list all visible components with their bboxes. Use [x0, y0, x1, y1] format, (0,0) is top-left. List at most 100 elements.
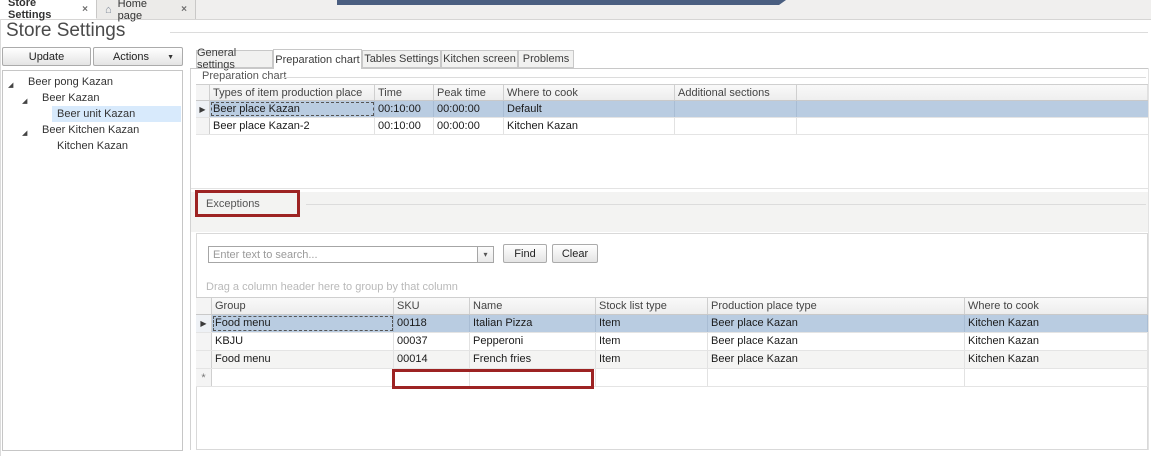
column-header-peak-time[interactable]: Peak time	[434, 85, 504, 100]
grid-header-row: GroupSKUNameStock list typeProduction pl…	[196, 297, 1148, 315]
table-cell[interactable]: Beer place Kazan	[708, 333, 965, 350]
table-row[interactable]: ▶Beer place Kazan00:10:0000:00:00Default	[196, 101, 1148, 118]
search-dropdown-button[interactable]: ▾	[477, 246, 494, 263]
exceptions-header-strip	[191, 192, 1148, 232]
doc-tab-store-settings[interactable]: Store Settings ×	[0, 0, 97, 19]
table-cell[interactable]: 00118	[394, 315, 470, 332]
table-cell[interactable]: Item	[596, 351, 708, 368]
table-cell[interactable]: Food menu	[212, 315, 394, 332]
column-header-sku[interactable]: SKU	[394, 298, 470, 314]
tab-tables-settings[interactable]: Tables Settings	[362, 50, 441, 68]
table-cell[interactable]	[675, 118, 797, 134]
doc-tab-label: Store Settings	[8, 0, 70, 21]
table-cell[interactable]: Pepperoni	[470, 333, 596, 350]
table-cell[interactable]: Beer place Kazan	[708, 315, 965, 332]
table-cell[interactable]: Food menu	[212, 351, 394, 368]
actions-button[interactable]: Actions ▼	[93, 47, 183, 66]
table-cell[interactable]: Default	[504, 101, 675, 117]
column-header-group[interactable]: Group	[212, 298, 394, 314]
table-cell[interactable]: 00037	[394, 333, 470, 350]
find-button-label: Find	[514, 248, 535, 260]
table-cell[interactable]: French fries	[470, 351, 596, 368]
doc-tab-home-page[interactable]: ⌂Home page×	[97, 0, 196, 19]
search-input[interactable]	[208, 246, 477, 263]
column-header-time[interactable]: Time	[375, 85, 434, 100]
row-indicator	[196, 333, 212, 350]
tab-page-right-border	[1148, 68, 1149, 450]
table-cell[interactable]: Kitchen Kazan	[965, 351, 1148, 368]
table-cell[interactable]: 00014	[394, 351, 470, 368]
table-cell[interactable]: Kitchen Kazan	[965, 315, 1148, 332]
title-underline	[170, 32, 1148, 33]
doc-tab-label: Home page	[118, 0, 170, 22]
column-header-stock-list-type[interactable]: Stock list type	[596, 298, 708, 314]
table-row[interactable]: Food menu00014French friesItemBeer place…	[196, 351, 1148, 369]
tree-item-beer-kazan[interactable]: ◢Beer Kazan	[3, 90, 182, 106]
row-indicator: ▶	[196, 101, 210, 117]
column-header-where-to-cook[interactable]: Where to cook	[965, 298, 1148, 314]
tab-page-left-border	[190, 68, 191, 450]
group-by-hint: Drag a column header here to group by th…	[206, 281, 458, 293]
row-indicator-header	[196, 298, 212, 314]
table-cell[interactable]: Beer place Kazan-2	[210, 118, 375, 134]
tab-general-settings[interactable]: General settings	[196, 50, 273, 68]
table-cell[interactable]	[212, 369, 394, 386]
table-row[interactable]: KBJU00037PepperoniItemBeer place KazanKi…	[196, 333, 1148, 351]
page-title: Store Settings	[6, 20, 125, 42]
close-icon[interactable]: ×	[181, 4, 187, 15]
tree-item-kitchen-kazan[interactable]: Kitchen Kazan	[3, 138, 182, 154]
table-cell[interactable]: Italian Pizza	[470, 315, 596, 332]
chevron-down-icon: ▼	[167, 54, 174, 61]
table-cell[interactable]	[675, 101, 797, 117]
tree-item-label: Beer unit Kazan	[57, 108, 135, 120]
row-indicator	[196, 118, 210, 134]
topbar-accent-strip	[337, 0, 786, 5]
column-header-production-place-type[interactable]: Production place type	[708, 298, 965, 314]
tree-item-label: Beer pong Kazan	[28, 76, 113, 88]
table-cell[interactable]: Beer place Kazan	[210, 101, 375, 117]
table-cell[interactable]	[708, 369, 965, 386]
app-window: Store Settings×⌂Home page× Store Setting…	[0, 0, 1151, 456]
table-cell[interactable]: 00:00:00	[434, 101, 504, 117]
table-cell[interactable]: Kitchen Kazan	[504, 118, 675, 134]
table-cell[interactable]: 00:00:00	[434, 118, 504, 134]
exceptions-group-line	[306, 204, 1146, 205]
grid-body: ▶Beer place Kazan00:10:0000:00:00Default…	[196, 101, 1148, 135]
tree-item-beer-kitchen-kazan[interactable]: ◢Beer Kitchen Kazan	[3, 122, 182, 138]
column-header-additional-sections[interactable]: Additional sections	[675, 85, 797, 100]
new-row[interactable]: *	[196, 369, 1148, 387]
table-cell[interactable]: Item	[596, 333, 708, 350]
column-header-where-to-cook[interactable]: Where to cook	[504, 85, 675, 100]
tab-kitchen-screen[interactable]: Kitchen screen	[441, 50, 518, 68]
annotation-new-row-cells	[392, 369, 594, 389]
update-button[interactable]: Update	[2, 47, 91, 66]
grid-header-row: Types of item production placeTimePeak t…	[196, 84, 1148, 101]
table-cell[interactable]: Beer place Kazan	[708, 351, 965, 368]
find-button[interactable]: Find	[503, 244, 547, 263]
tab-preparation-chart[interactable]: Preparation chart	[273, 49, 362, 69]
tree-item-beer-unit-kazan[interactable]: Beer unit Kazan	[3, 106, 182, 122]
column-header-types-of-item-production-place[interactable]: Types of item production place	[210, 85, 375, 100]
row-indicator	[196, 351, 212, 368]
table-cell[interactable]: Item	[596, 315, 708, 332]
table-cell[interactable]	[596, 369, 708, 386]
preparation-grid: Types of item production placeTimePeak t…	[196, 84, 1148, 135]
row-indicator: ▶	[196, 315, 212, 332]
table-row[interactable]: ▶Food menu00118Italian PizzaItemBeer pla…	[196, 315, 1148, 333]
table-cell[interactable]: Kitchen Kazan	[965, 333, 1148, 350]
prep-group-line	[282, 77, 1146, 78]
table-row[interactable]: Beer place Kazan-200:10:0000:00:00Kitche…	[196, 118, 1148, 135]
tree-item-label: Kitchen Kazan	[57, 140, 128, 152]
column-header-name[interactable]: Name	[470, 298, 596, 314]
tab-problems[interactable]: Problems	[518, 50, 574, 68]
close-icon[interactable]: ×	[82, 4, 88, 15]
table-cell[interactable]: 00:10:00	[375, 118, 434, 134]
table-cell[interactable]: 00:10:00	[375, 101, 434, 117]
table-cell[interactable]	[965, 369, 1148, 386]
actions-button-label: Actions	[113, 51, 149, 63]
table-cell[interactable]: KBJU	[212, 333, 394, 350]
store-tree: ◢Beer pong Kazan◢Beer Kazan Beer unit Kaz…	[2, 70, 183, 451]
clear-button-label: Clear	[562, 248, 588, 260]
clear-button[interactable]: Clear	[552, 244, 598, 263]
tree-item-beer-pong-kazan[interactable]: ◢Beer pong Kazan	[3, 74, 182, 90]
